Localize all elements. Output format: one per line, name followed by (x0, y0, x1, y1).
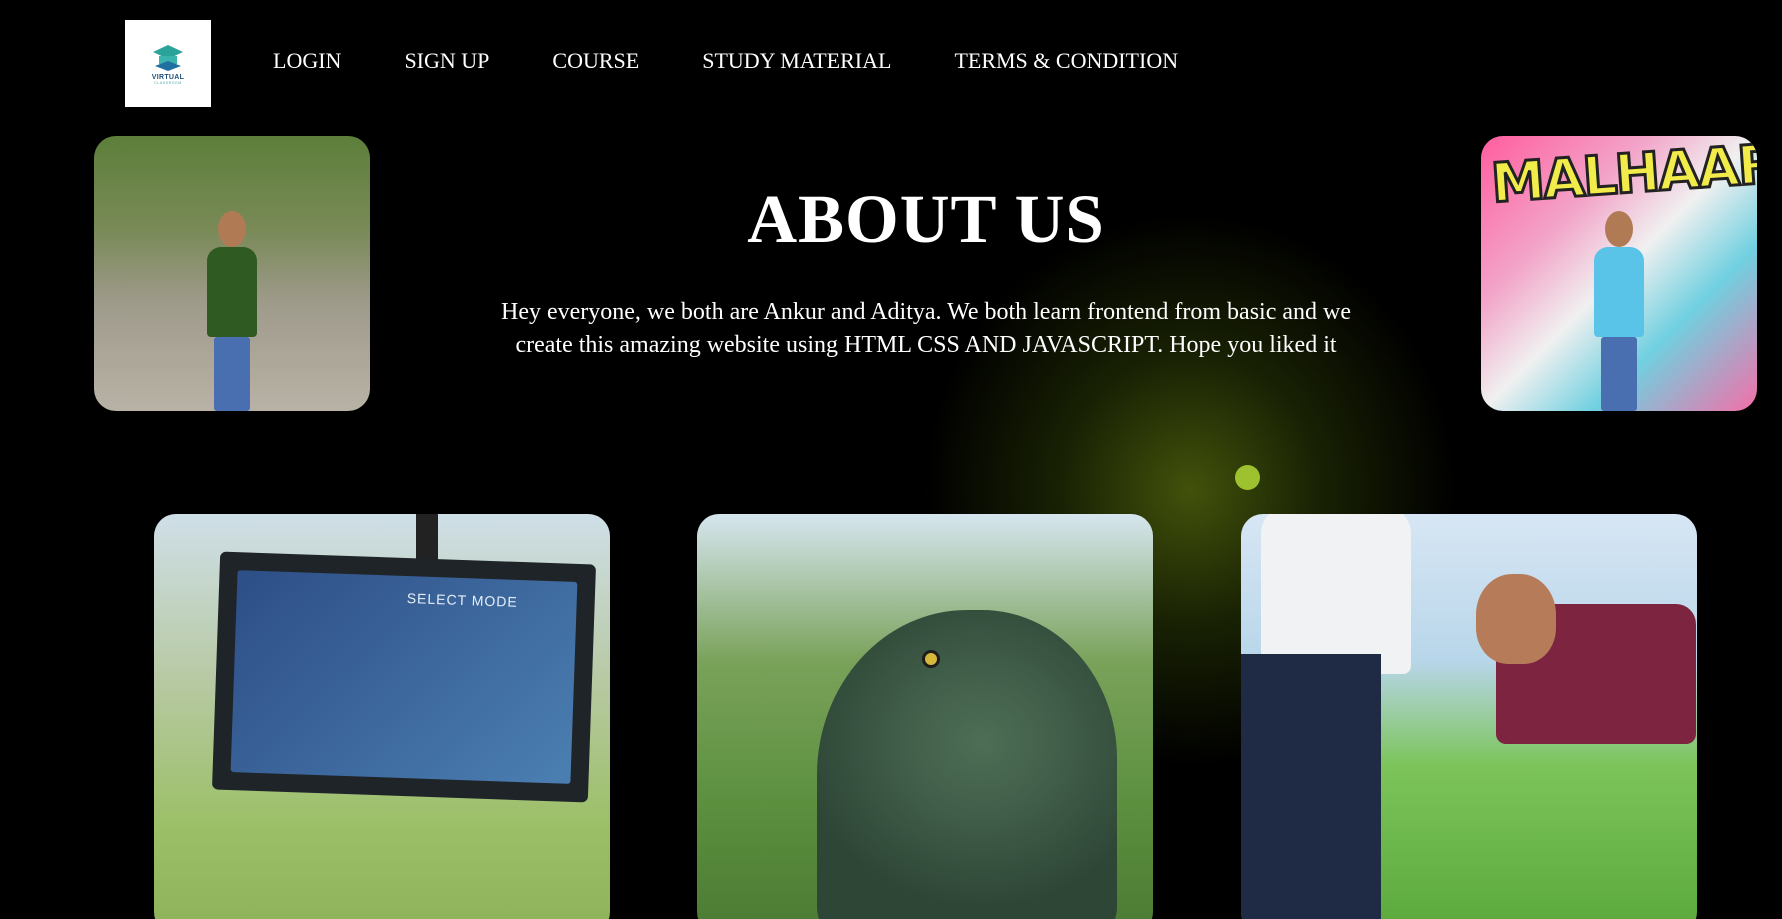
logo-subtext: CLASSROOM (154, 80, 182, 85)
coach-head (1476, 574, 1556, 664)
photo-ankur (94, 136, 370, 411)
logo-text: VIRTUAL (151, 73, 185, 81)
nav-course[interactable]: COURSE (552, 48, 639, 74)
nav-terms-condition[interactable]: TERMS & CONDITION (954, 48, 1178, 74)
golfer-figure (1261, 514, 1411, 674)
nav-study-material[interactable]: STUDY MATERIAL (702, 48, 891, 74)
logo-icon (153, 44, 183, 71)
accent-dot (1235, 465, 1260, 490)
card-golf-lesson[interactable] (1241, 514, 1697, 919)
golfer-pants (1241, 654, 1381, 919)
photo-aditya: MALHAAR (1481, 136, 1757, 411)
screen-label: SELECT MODE (406, 590, 519, 610)
dinosaur-eye (922, 650, 940, 668)
touchscreen-display: SELECT MODE (211, 551, 597, 803)
nav-login[interactable]: LOGIN (273, 48, 341, 74)
about-title: ABOUT US (747, 181, 1105, 257)
nav-sign-up[interactable]: SIGN UP (404, 48, 489, 74)
site-logo[interactable]: VIRTUAL CLASSROOM (125, 20, 211, 107)
about-description: Hey everyone, we both are Ankur and Adit… (500, 299, 1352, 358)
card-dinosaur[interactable] (697, 514, 1153, 919)
card-touchscreen[interactable]: SELECT MODE (154, 514, 610, 919)
main-nav: LOGIN SIGN UP COURSE STUDY MATERIAL TERM… (273, 48, 1241, 74)
dinosaur-figure (817, 610, 1117, 919)
